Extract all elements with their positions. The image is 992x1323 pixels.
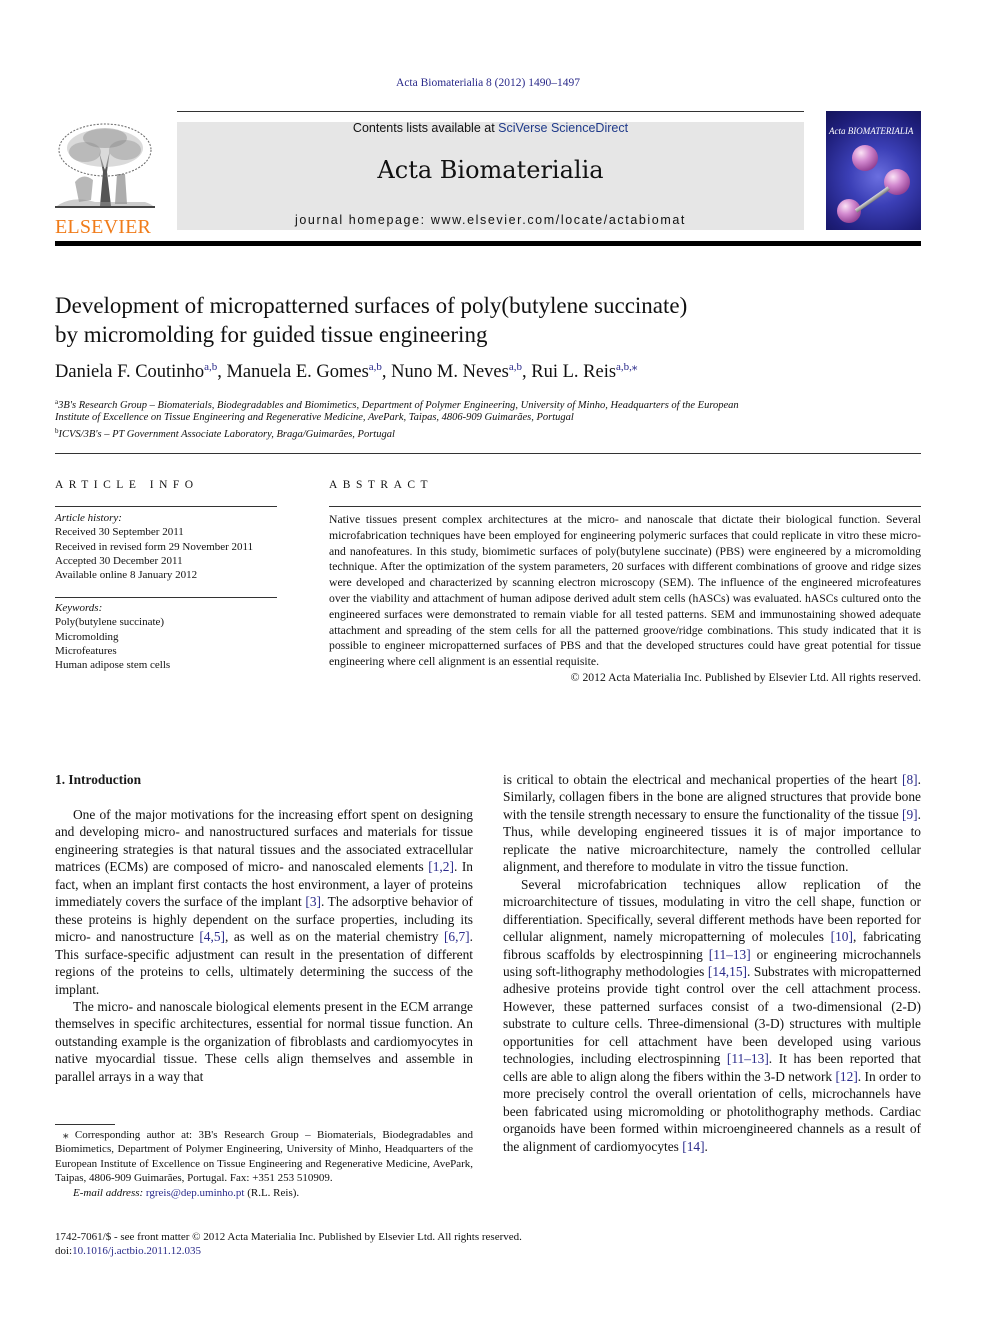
keywords-rule bbox=[55, 597, 277, 598]
article-title: Development of micropatterned surfaces o… bbox=[55, 291, 915, 349]
paragraph: is critical to obtain the electrical and… bbox=[503, 771, 921, 876]
abstract-copyright: © 2012 Acta Materialia Inc. Published by… bbox=[570, 670, 921, 684]
page-footer: 1742-7061/$ - see front matter © 2012 Ac… bbox=[55, 1230, 755, 1259]
author-affiliation-mark[interactable]: a,b bbox=[509, 361, 522, 373]
paragraph-text: , as well as on the material chemistry bbox=[225, 929, 444, 945]
journal-title: Acta Biomaterialia bbox=[377, 156, 604, 184]
corresponding-author-footnote: ⁎ Corresponding author at: 3B's Research… bbox=[55, 1128, 473, 1200]
title-line-1: Development of micropatterned surfaces o… bbox=[55, 293, 688, 318]
author-affiliation-mark[interactable]: a,b bbox=[369, 361, 382, 373]
footnote-rule bbox=[55, 1124, 115, 1125]
footnote-text: ⁎ Corresponding author at: 3B's Research… bbox=[55, 1129, 473, 1185]
sciencedirect-link[interactable]: SciVerse ScienceDirect bbox=[498, 121, 628, 135]
citation-link[interactable]: [4,5] bbox=[199, 929, 225, 944]
intro-right-column: is critical to obtain the electrical and… bbox=[503, 771, 921, 1155]
citation-link[interactable]: [10] bbox=[831, 929, 853, 944]
contents-prefix: Contents lists available at bbox=[352, 121, 499, 135]
section-rule bbox=[55, 453, 921, 454]
cover-sphere-icon bbox=[852, 145, 878, 171]
homepage-label: journal homepage: bbox=[294, 213, 431, 227]
history-accepted: Accepted 30 December 2011 bbox=[55, 554, 183, 567]
intro-left-column: One of the major motivations for the inc… bbox=[55, 806, 473, 1085]
history-received: Received 30 September 2011 bbox=[55, 526, 184, 539]
contents-availability: Contents lists available at SciVerse Sci… bbox=[177, 121, 804, 135]
email-link[interactable]: rgreis@dep.uminho.pt bbox=[146, 1187, 245, 1199]
article-history: Article history: Received 30 September 2… bbox=[55, 511, 277, 582]
doi-line: doi:10.1016/j.actbio.2011.12.035 bbox=[55, 1244, 755, 1258]
author-affiliation-mark[interactable]: a,b,⁎ bbox=[616, 361, 637, 373]
citation-link[interactable]: [3] bbox=[305, 894, 321, 909]
keywords-label: Keywords: bbox=[55, 602, 103, 614]
paragraph: The micro- and nanoscale biological elem… bbox=[55, 998, 473, 1085]
homepage-link[interactable]: www.elsevier.com/locate/actabiomat bbox=[431, 213, 686, 227]
abstract-text: Native tissues present complex architect… bbox=[329, 513, 921, 669]
author-separator: , bbox=[521, 362, 532, 382]
abstract-body: Native tissues present complex architect… bbox=[329, 512, 921, 686]
history-label: Article history: bbox=[55, 512, 122, 524]
abstract-rule bbox=[329, 506, 921, 507]
affiliation-text: ICVS/3B's – PT Government Associate Labo… bbox=[58, 429, 395, 440]
header-thick-rule bbox=[55, 241, 921, 246]
paragraph-text: One of the major motivations for the inc… bbox=[55, 807, 473, 875]
author-name[interactable]: Daniela F. Coutinho bbox=[55, 362, 204, 382]
email-suffix: (R.L. Reis). bbox=[244, 1186, 300, 1199]
article-info-rule bbox=[55, 506, 277, 507]
author-name[interactable]: Manuela E. Gomes bbox=[226, 362, 368, 382]
journal-cover-image[interactable]: Acta BIOMATERIALIA bbox=[826, 111, 921, 230]
elsevier-wordmark: ELSEVIER bbox=[55, 216, 152, 238]
keyword-item: Poly(butylene succinate) bbox=[55, 616, 165, 629]
elsevier-tree-icon bbox=[55, 123, 155, 208]
author-name[interactable]: Rui L. Reis bbox=[531, 362, 616, 382]
header-rule bbox=[177, 111, 804, 112]
journal-citation-link[interactable]: Acta Biomaterialia 8 (2012) 1490–1497 bbox=[0, 77, 976, 89]
citation-link[interactable]: [11–13] bbox=[727, 1051, 769, 1066]
citation-link[interactable]: [9] bbox=[902, 807, 918, 822]
elsevier-logo[interactable]: ELSEVIER bbox=[55, 122, 155, 238]
doi-link[interactable]: 10.1016/j.actbio.2011.12.035 bbox=[72, 1245, 201, 1257]
citation-link[interactable]: [14] bbox=[682, 1139, 704, 1154]
cover-rod-icon bbox=[854, 186, 890, 213]
footnote-email: E-mail address: rgreis@dep.uminho.pt (R.… bbox=[55, 1186, 473, 1200]
citation-link[interactable]: [12] bbox=[835, 1069, 857, 1084]
citation-link[interactable]: [8] bbox=[902, 772, 918, 787]
paragraph: One of the major motivations for the inc… bbox=[55, 806, 473, 998]
author-separator: , bbox=[381, 362, 392, 382]
issn-copyright: 1742-7061/$ - see front matter © 2012 Ac… bbox=[55, 1231, 522, 1243]
doi-label: doi: bbox=[55, 1245, 73, 1258]
abstract-heading: ABSTRACT bbox=[329, 479, 434, 491]
citation-link[interactable]: [11–13] bbox=[709, 947, 751, 962]
paragraph-text: The micro- and nanoscale biological elem… bbox=[55, 998, 473, 1084]
paragraph-text: . bbox=[704, 1138, 708, 1154]
paragraph-text: is critical to obtain the electrical and… bbox=[503, 772, 903, 787]
author-affiliation-mark[interactable]: a,b bbox=[204, 361, 217, 373]
article-info-heading: ARTICLE INFO bbox=[55, 479, 199, 491]
affiliation-b: bICVS/3B's – PT Government Associate Lab… bbox=[55, 424, 925, 442]
email-label: E-mail address: bbox=[73, 1186, 146, 1199]
paragraph: Several microfabrication techniques allo… bbox=[503, 876, 921, 1155]
cover-title: Acta BIOMATERIALIA bbox=[829, 126, 914, 136]
history-revised: Received in revised form 29 November 201… bbox=[55, 540, 254, 553]
citation-link[interactable]: [1,2] bbox=[428, 859, 454, 874]
history-online: Available online 8 January 2012 bbox=[55, 569, 198, 582]
title-line-2: by micromolding for guided tissue engine… bbox=[55, 322, 488, 347]
section-heading-introduction: 1. Introduction bbox=[55, 772, 142, 787]
keywords: Keywords: Poly(butylene succinate) Micro… bbox=[55, 601, 277, 672]
author-name[interactable]: Nuno M. Neves bbox=[391, 362, 509, 382]
affiliation-a-cont: Institute of Excellence on Tissue Engine… bbox=[55, 412, 574, 423]
journal-homepage: journal homepage: www.elsevier.com/locat… bbox=[177, 213, 804, 227]
citation-link[interactable]: [14,15] bbox=[708, 964, 747, 979]
citation-link[interactable]: [6,7] bbox=[444, 929, 470, 944]
keyword-item: Microfeatures bbox=[55, 644, 117, 657]
author-list: Daniela F. Coutinhoa,b, Manuela E. Gomes… bbox=[55, 360, 915, 383]
keyword-item: Human adipose stem cells bbox=[55, 659, 171, 672]
keyword-item: Micromolding bbox=[55, 630, 119, 643]
